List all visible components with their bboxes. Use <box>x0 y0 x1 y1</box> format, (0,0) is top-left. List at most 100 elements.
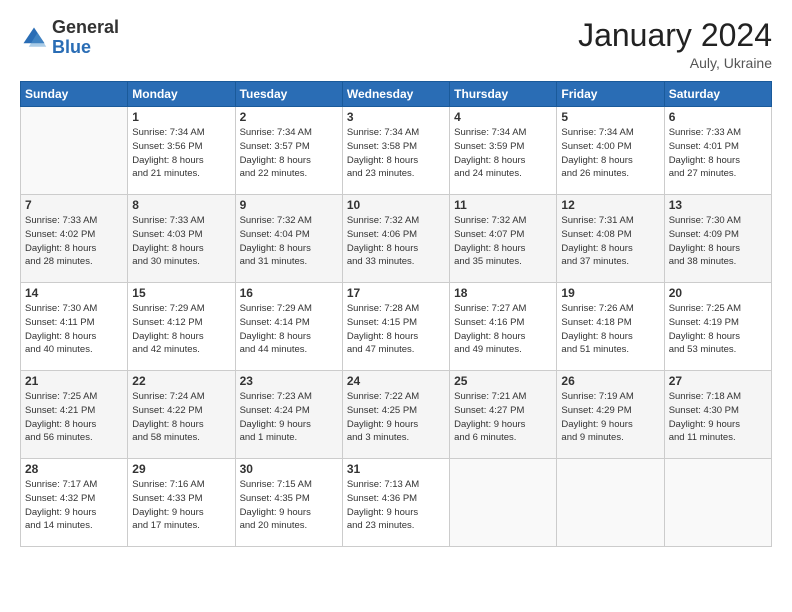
table-cell: 2 Sunrise: 7:34 AMSunset: 3:57 PMDaylight… <box>235 107 342 195</box>
day-number: 17 <box>347 286 445 300</box>
table-cell: 28 Sunrise: 7:17 AMSunset: 4:32 PMDayligh… <box>21 459 128 547</box>
day-info: Sunrise: 7:33 AMSunset: 4:02 PMDaylight:… <box>25 214 123 269</box>
day-info: Sunrise: 7:34 AMSunset: 3:56 PMDaylight:… <box>132 126 230 181</box>
col-monday: Monday <box>128 82 235 107</box>
day-info: Sunrise: 7:13 AMSunset: 4:36 PMDaylight:… <box>347 478 445 533</box>
page-header: General Blue January 2024 Auly, Ukraine <box>20 18 772 71</box>
col-sunday: Sunday <box>21 82 128 107</box>
table-cell <box>664 459 771 547</box>
day-info: Sunrise: 7:28 AMSunset: 4:15 PMDaylight:… <box>347 302 445 357</box>
logo-general-text: General <box>52 17 119 37</box>
calendar-table: Sunday Monday Tuesday Wednesday Thursday… <box>20 81 772 547</box>
day-info: Sunrise: 7:21 AMSunset: 4:27 PMDaylight:… <box>454 390 552 445</box>
day-number: 28 <box>25 462 123 476</box>
day-info: Sunrise: 7:16 AMSunset: 4:33 PMDaylight:… <box>132 478 230 533</box>
table-cell: 21Sunrise: 7:25 AMSunset: 4:21 PMDayligh… <box>21 371 128 459</box>
table-cell: 12 Sunrise: 7:31 AMSunset: 4:08 PMDayligh… <box>557 195 664 283</box>
table-cell: 6 Sunrise: 7:33 AMSunset: 4:01 PMDaylight… <box>664 107 771 195</box>
day-number: 15 <box>132 286 230 300</box>
day-info: Sunrise: 7:22 AMSunset: 4:25 PMDaylight:… <box>347 390 445 445</box>
day-info: Sunrise: 7:26 AMSunset: 4:18 PMDaylight:… <box>561 302 659 357</box>
day-number: 7 <box>25 198 123 212</box>
table-cell: 18 Sunrise: 7:27 AMSunset: 4:16 PMDayligh… <box>450 283 557 371</box>
day-info: Sunrise: 7:23 AMSunset: 4:24 PMDaylight:… <box>240 390 338 445</box>
table-cell: 1 Sunrise: 7:34 AMSunset: 3:56 PMDaylight… <box>128 107 235 195</box>
table-cell: 20 Sunrise: 7:25 AMSunset: 4:19 PMDayligh… <box>664 283 771 371</box>
table-cell: 29Sunrise: 7:16 AMSunset: 4:33 PMDayligh… <box>128 459 235 547</box>
day-info: Sunrise: 7:33 AMSunset: 4:01 PMDaylight:… <box>669 126 767 181</box>
day-number: 23 <box>240 374 338 388</box>
day-info: Sunrise: 7:33 AMSunset: 4:03 PMDaylight:… <box>132 214 230 269</box>
day-number: 11 <box>454 198 552 212</box>
day-number: 26 <box>561 374 659 388</box>
day-info: Sunrise: 7:24 AMSunset: 4:22 PMDaylight:… <box>132 390 230 445</box>
col-tuesday: Tuesday <box>235 82 342 107</box>
table-cell: 31 Sunrise: 7:13 AMSunset: 4:36 PMDayligh… <box>342 459 449 547</box>
day-number: 13 <box>669 198 767 212</box>
day-number: 1 <box>132 110 230 124</box>
day-number: 10 <box>347 198 445 212</box>
day-number: 30 <box>240 462 338 476</box>
day-info: Sunrise: 7:34 AMSunset: 4:00 PMDaylight:… <box>561 126 659 181</box>
day-number: 4 <box>454 110 552 124</box>
logo-icon <box>20 24 48 52</box>
day-info: Sunrise: 7:30 AMSunset: 4:09 PMDaylight:… <box>669 214 767 269</box>
day-number: 6 <box>669 110 767 124</box>
week-row-3: 14Sunrise: 7:30 AMSunset: 4:11 PMDayligh… <box>21 283 772 371</box>
day-info: Sunrise: 7:29 AMSunset: 4:14 PMDaylight:… <box>240 302 338 357</box>
table-cell: 27Sunrise: 7:18 AMSunset: 4:30 PMDayligh… <box>664 371 771 459</box>
table-cell: 22 Sunrise: 7:24 AMSunset: 4:22 PMDayligh… <box>128 371 235 459</box>
day-info: Sunrise: 7:34 AMSunset: 3:57 PMDaylight:… <box>240 126 338 181</box>
day-info: Sunrise: 7:31 AMSunset: 4:08 PMDaylight:… <box>561 214 659 269</box>
day-info: Sunrise: 7:34 AMSunset: 3:58 PMDaylight:… <box>347 126 445 181</box>
day-number: 3 <box>347 110 445 124</box>
day-number: 25 <box>454 374 552 388</box>
table-cell: 25 Sunrise: 7:21 AMSunset: 4:27 PMDayligh… <box>450 371 557 459</box>
table-cell: 26 Sunrise: 7:19 AMSunset: 4:29 PMDayligh… <box>557 371 664 459</box>
day-number: 20 <box>669 286 767 300</box>
table-cell: 8 Sunrise: 7:33 AMSunset: 4:03 PMDaylight… <box>128 195 235 283</box>
day-info: Sunrise: 7:25 AMSunset: 4:19 PMDaylight:… <box>669 302 767 357</box>
table-cell: 15 Sunrise: 7:29 AMSunset: 4:12 PMDayligh… <box>128 283 235 371</box>
week-row-2: 7 Sunrise: 7:33 AMSunset: 4:02 PMDaylight… <box>21 195 772 283</box>
day-number: 2 <box>240 110 338 124</box>
day-info: Sunrise: 7:32 AMSunset: 4:07 PMDaylight:… <box>454 214 552 269</box>
day-info: Sunrise: 7:19 AMSunset: 4:29 PMDaylight:… <box>561 390 659 445</box>
title-block: January 2024 Auly, Ukraine <box>578 18 772 71</box>
day-info: Sunrise: 7:30 AMSunset: 4:11 PMDaylight:… <box>25 302 123 357</box>
table-cell: 9 Sunrise: 7:32 AMSunset: 4:04 PMDaylight… <box>235 195 342 283</box>
month-title: January 2024 <box>578 18 772 53</box>
day-number: 5 <box>561 110 659 124</box>
day-number: 31 <box>347 462 445 476</box>
col-friday: Friday <box>557 82 664 107</box>
day-info: Sunrise: 7:18 AMSunset: 4:30 PMDaylight:… <box>669 390 767 445</box>
day-info: Sunrise: 7:27 AMSunset: 4:16 PMDaylight:… <box>454 302 552 357</box>
day-number: 24 <box>347 374 445 388</box>
table-cell: 7 Sunrise: 7:33 AMSunset: 4:02 PMDaylight… <box>21 195 128 283</box>
table-cell: 30Sunrise: 7:15 AMSunset: 4:35 PMDayligh… <box>235 459 342 547</box>
day-info: Sunrise: 7:32 AMSunset: 4:06 PMDaylight:… <box>347 214 445 269</box>
table-cell: 19Sunrise: 7:26 AMSunset: 4:18 PMDayligh… <box>557 283 664 371</box>
table-cell: 24 Sunrise: 7:22 AMSunset: 4:25 PMDayligh… <box>342 371 449 459</box>
table-cell <box>21 107 128 195</box>
table-cell <box>450 459 557 547</box>
week-row-1: 1 Sunrise: 7:34 AMSunset: 3:56 PMDaylight… <box>21 107 772 195</box>
table-cell: 5 Sunrise: 7:34 AMSunset: 4:00 PMDaylight… <box>557 107 664 195</box>
day-info: Sunrise: 7:32 AMSunset: 4:04 PMDaylight:… <box>240 214 338 269</box>
table-cell: 17 Sunrise: 7:28 AMSunset: 4:15 PMDayligh… <box>342 283 449 371</box>
week-row-4: 21Sunrise: 7:25 AMSunset: 4:21 PMDayligh… <box>21 371 772 459</box>
table-cell: 13 Sunrise: 7:30 AMSunset: 4:09 PMDayligh… <box>664 195 771 283</box>
day-number: 9 <box>240 198 338 212</box>
day-number: 8 <box>132 198 230 212</box>
day-number: 18 <box>454 286 552 300</box>
table-cell: 16Sunrise: 7:29 AMSunset: 4:14 PMDayligh… <box>235 283 342 371</box>
week-row-5: 28 Sunrise: 7:17 AMSunset: 4:32 PMDayligh… <box>21 459 772 547</box>
table-cell: 10 Sunrise: 7:32 AMSunset: 4:06 PMDayligh… <box>342 195 449 283</box>
day-info: Sunrise: 7:29 AMSunset: 4:12 PMDaylight:… <box>132 302 230 357</box>
day-number: 12 <box>561 198 659 212</box>
day-info: Sunrise: 7:25 AMSunset: 4:21 PMDaylight:… <box>25 390 123 445</box>
day-info: Sunrise: 7:17 AMSunset: 4:32 PMDaylight:… <box>25 478 123 533</box>
logo: General Blue <box>20 18 119 58</box>
day-number: 22 <box>132 374 230 388</box>
location: Auly, Ukraine <box>578 55 772 71</box>
